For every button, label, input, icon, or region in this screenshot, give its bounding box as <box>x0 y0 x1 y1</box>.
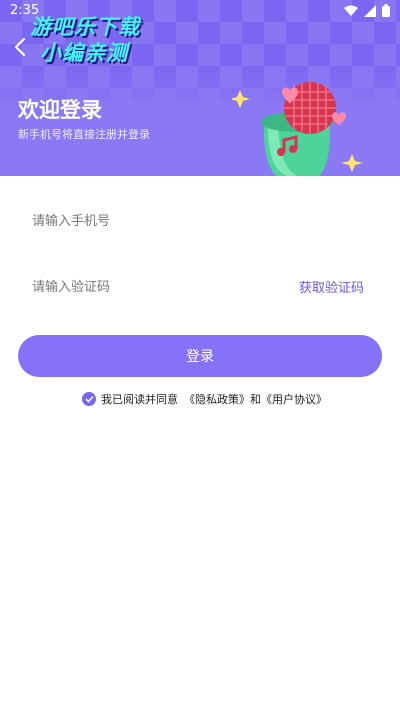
code-field[interactable]: 请输入验证码 获取验证码 <box>18 263 382 309</box>
watermark-logo: 游吧乐下载 小编亲测 <box>30 14 140 66</box>
login-button-label: 登录 <box>186 349 214 365</box>
header-banner: 2:35 游吧乐下载 小编亲测 欢迎登录 新手机号将直接注册并登录 <box>0 0 400 176</box>
back-arrow-icon[interactable] <box>12 36 30 58</box>
page-title: 欢迎登录 <box>18 98 102 122</box>
code-input[interactable]: 请输入验证码 <box>32 276 110 295</box>
wifi-icon <box>344 5 358 16</box>
microphone-illustration <box>232 82 363 176</box>
phone-field[interactable]: 请输入手机号 <box>18 197 382 243</box>
battery-icon <box>382 4 390 17</box>
login-button[interactable]: 登录 <box>18 335 382 377</box>
agreement-row: 我已阅读并同意 《隐私政策》 和 《用户协议》 <box>82 390 327 408</box>
agreement-prefix: 我已阅读并同意 <box>101 393 178 406</box>
privacy-policy-link[interactable]: 《隐私政策》 <box>184 391 250 407</box>
phone-input[interactable]: 请输入手机号 <box>32 210 110 229</box>
checkmark-icon <box>84 395 94 403</box>
watermark-line1: 游吧乐下载 <box>30 15 140 39</box>
watermark-line2: 小编亲测 <box>40 41 128 65</box>
page-subtitle: 新手机号将直接注册并登录 <box>18 128 150 141</box>
user-agreement-link[interactable]: 《用户协议》 <box>261 391 327 407</box>
get-code-button[interactable]: 获取验证码 <box>299 277 364 296</box>
agreement-conjunction: 和 <box>250 393 261 406</box>
agree-checkbox[interactable] <box>82 392 96 406</box>
signal-icon <box>364 4 376 17</box>
